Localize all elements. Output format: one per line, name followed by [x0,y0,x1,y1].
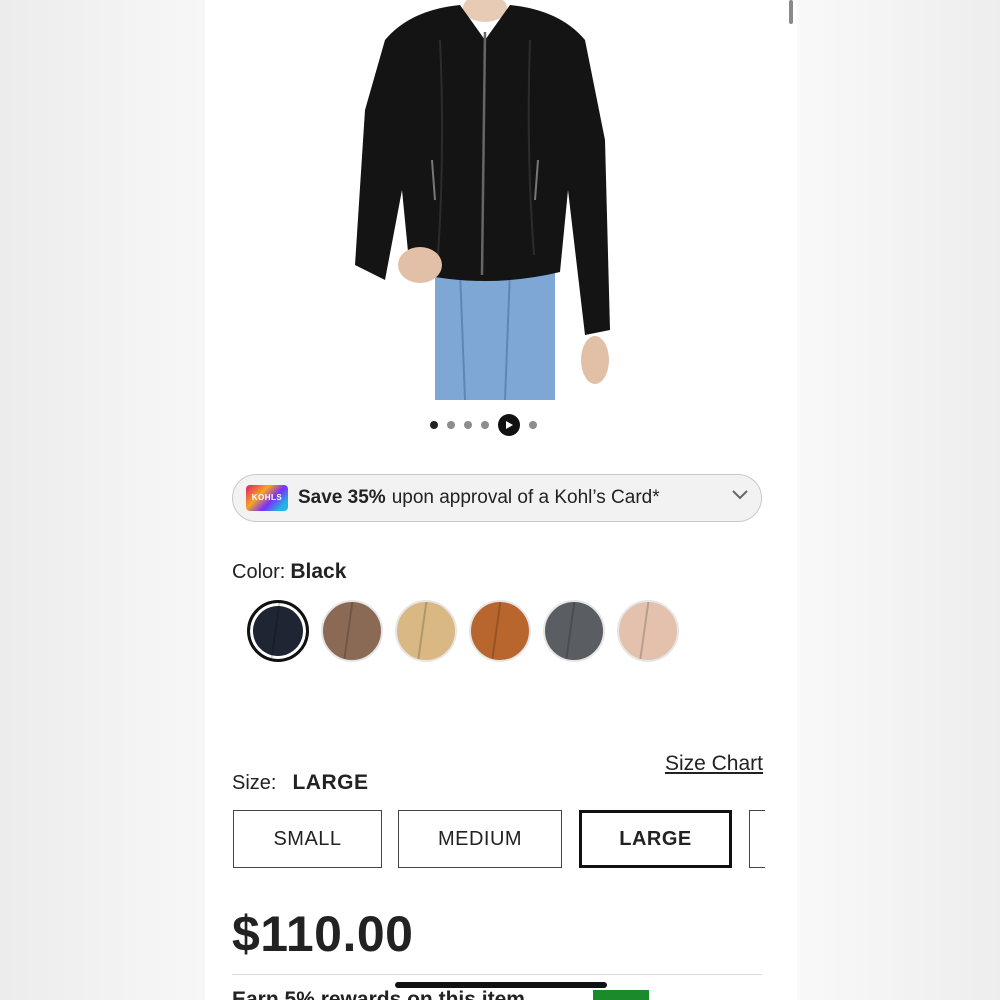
carousel-dot[interactable] [529,421,537,429]
background-right [795,0,1000,1000]
color-swatches [247,600,679,662]
size-selection-label: Size: LARGE [232,771,369,794]
selected-color: Black [290,560,347,583]
rewards-badge [593,990,649,1000]
divider [232,974,762,975]
chevron-down-icon[interactable] [731,489,749,501]
carousel-dot[interactable] [464,421,472,429]
kohls-card-promo[interactable]: KOHLS Save 35% upon approval of a Kohl’s… [232,474,762,522]
size-chart-link[interactable]: Size Chart [665,752,763,776]
size-medium-button[interactable]: MEDIUM [398,810,562,868]
kohls-card-logo: KOHLS [246,485,288,511]
color-selection-label: Color: Black [232,560,347,583]
carousel-dot[interactable] [430,421,438,429]
carousel-dot[interactable] [447,421,455,429]
color-swatch-blush[interactable] [617,600,679,662]
home-indicator [395,982,607,988]
promo-savings: Save 35% [298,487,386,508]
carousel-dot[interactable] [481,421,489,429]
color-swatch-black[interactable] [247,600,309,662]
color-swatch-brown[interactable] [321,600,383,662]
scroll-indicator [789,0,793,24]
product-page: KOHLS Save 35% upon approval of a Kohl’s… [205,0,797,1000]
rewards-text: Earn 5% rewards on this item [232,988,525,1000]
size-small-button[interactable]: SMALL [233,810,382,868]
product-price: $110.00 [232,906,414,962]
color-swatch-gray[interactable] [543,600,605,662]
image-carousel-dots[interactable] [430,414,537,436]
size-options: SMALL MEDIUM LARGE [233,808,765,870]
promo-text: upon approval of a Kohl’s Card* [391,487,660,508]
selected-size: LARGE [292,771,369,794]
video-play-icon[interactable] [498,414,520,436]
background-left [0,0,205,1000]
color-swatch-tan[interactable] [395,600,457,662]
product-image[interactable] [340,0,625,400]
color-swatch-cognac[interactable] [469,600,531,662]
size-large-button[interactable]: LARGE [579,810,732,868]
size-next-button[interactable] [749,810,765,868]
